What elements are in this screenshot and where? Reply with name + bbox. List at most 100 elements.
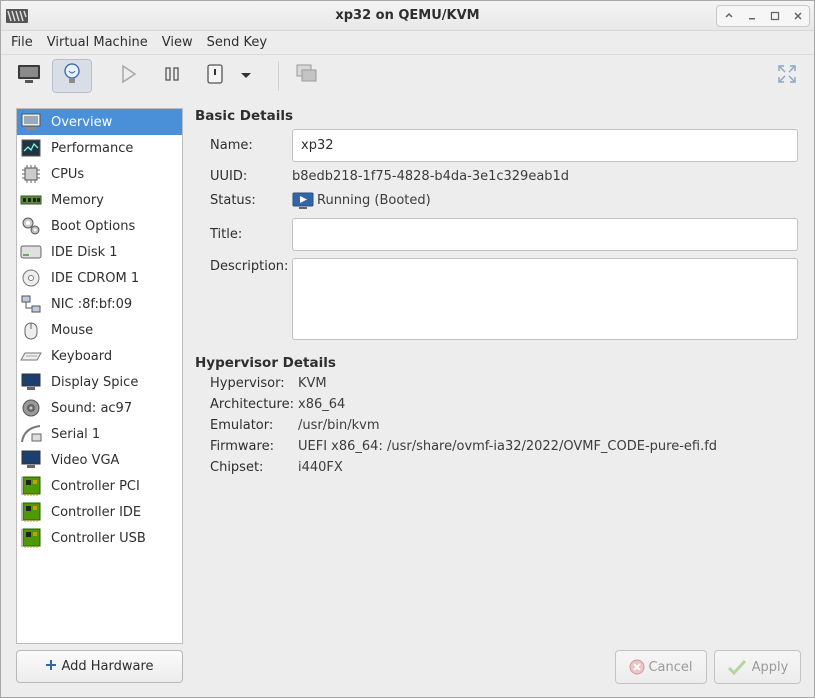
pause-icon <box>163 65 181 87</box>
sidebar-item-controller-ide[interactable]: Controller IDE <box>17 499 182 525</box>
status-label: Status: <box>210 193 256 208</box>
maximize-icon[interactable] <box>765 7 785 25</box>
uuid-value: b8edb218-1f75-4828-b4da-3e1c329eab1d <box>292 169 570 184</box>
shutdown-dropdown-button[interactable] <box>234 59 258 93</box>
cancel-label: Cancel <box>648 659 693 675</box>
sidebar-item-boot-options[interactable]: Boot Options <box>17 213 182 239</box>
window-controls <box>716 5 810 27</box>
title-label: Title: <box>210 227 243 242</box>
snapshots-button[interactable] <box>287 59 327 93</box>
cancel-icon <box>629 659 645 675</box>
cdrom-icon <box>20 267 42 289</box>
apply-label: Apply <box>751 659 789 675</box>
sidebar-item-nic-8f-bf-09[interactable]: NIC :8f:bf:09 <box>17 291 182 317</box>
plus-icon <box>45 659 57 675</box>
sidebar-item-label: Boot Options <box>51 218 136 234</box>
sidebar-item-label: NIC :8f:bf:09 <box>51 296 133 312</box>
sidebar-item-label: Video VGA <box>51 452 120 468</box>
roll-up-icon[interactable] <box>719 7 739 25</box>
sidebar-item-controller-pci[interactable]: Controller PCI <box>17 473 182 499</box>
sidebar-item-label: Serial 1 <box>51 426 101 442</box>
menu-send-key[interactable]: Send Key <box>200 35 274 50</box>
name-label: Name: <box>210 138 253 153</box>
display-icon <box>20 371 42 393</box>
name-input[interactable]: xp32 <box>292 129 798 162</box>
sidebar-item-label: Controller IDE <box>51 504 142 520</box>
menu-view[interactable]: View <box>155 35 200 50</box>
description-label: Description: <box>210 259 289 274</box>
sidebar-item-video-vga[interactable]: Video VGA <box>17 447 182 473</box>
controller-icon <box>20 527 42 549</box>
sidebar-item-label: IDE Disk 1 <box>51 244 118 260</box>
apply-button[interactable]: Apply <box>714 650 801 684</box>
dropdown-arrow-icon <box>240 69 252 84</box>
minimize-icon[interactable] <box>742 7 762 25</box>
sidebar-item-ide-cdrom-1[interactable]: IDE CDROM 1 <box>17 265 182 291</box>
shutdown-button[interactable] <box>195 59 235 93</box>
add-hardware-label: Add Hardware <box>61 659 154 674</box>
play-icon <box>120 64 138 88</box>
sidebar-item-label: CPUs <box>51 166 85 182</box>
pause-button[interactable] <box>152 59 192 93</box>
add-hardware-button[interactable]: Add Hardware <box>16 650 183 683</box>
vm-details-window: xp32 on QEMU/KVM File Virtual Machine Vi… <box>0 0 815 698</box>
details-button[interactable] <box>52 59 92 93</box>
close-icon[interactable] <box>788 7 808 25</box>
menu-virtual-machine[interactable]: Virtual Machine <box>40 35 155 50</box>
cancel-button[interactable]: Cancel <box>615 650 707 684</box>
sidebar-item-keyboard[interactable]: Keyboard <box>17 343 182 369</box>
title-bar[interactable]: xp32 on QEMU/KVM <box>1 1 814 31</box>
sound-icon <box>20 397 42 419</box>
fullscreen-button[interactable] <box>767 59 807 93</box>
serial-icon <box>20 423 42 445</box>
hypervisor-row-label: Emulator: <box>210 418 274 433</box>
checkmark-icon <box>727 658 747 676</box>
network-icon <box>20 293 42 315</box>
sidebar-item-display-spice[interactable]: Display Spice <box>17 369 182 395</box>
hypervisor-row-label: Hypervisor: <box>210 376 285 391</box>
mouse-icon <box>20 319 42 341</box>
sidebar-item-label: Display Spice <box>51 374 139 390</box>
toolbar-separator <box>278 61 279 91</box>
power-icon <box>205 63 225 89</box>
sidebar-item-label: Memory <box>51 192 104 208</box>
description-textarea[interactable] <box>292 258 798 340</box>
hypervisor-row-value: /usr/bin/kvm <box>298 418 380 433</box>
console-button[interactable] <box>9 59 49 93</box>
menu-file[interactable]: File <box>4 35 40 50</box>
basic-details-heading: Basic Details <box>195 108 293 124</box>
status-value: Running (Booted) <box>317 193 431 208</box>
name-value: xp32 <box>301 138 334 153</box>
sidebar-item-label: Mouse <box>51 322 94 338</box>
sidebar-item-label: Sound: ac97 <box>51 400 133 416</box>
sidebar-item-ide-disk-1[interactable]: IDE Disk 1 <box>17 239 182 265</box>
hypervisor-row-label: Architecture: <box>210 397 294 412</box>
performance-icon <box>20 137 42 159</box>
monitor-icon <box>17 64 41 88</box>
sidebar-item-memory[interactable]: Memory <box>17 187 182 213</box>
running-status-icon <box>292 192 314 210</box>
controller-icon <box>20 501 42 523</box>
menu-bar: File Virtual Machine View Send Key <box>1 31 814 53</box>
sidebar-item-overview[interactable]: Overview <box>17 109 182 135</box>
hypervisor-row-label: Chipset: <box>210 460 264 475</box>
sidebar-item-serial-1[interactable]: Serial 1 <box>17 421 182 447</box>
memory-icon <box>20 189 42 211</box>
video-icon <box>20 449 42 471</box>
toolbar <box>1 54 814 96</box>
hardware-list: Overview Performance CPUs Memory Boot Option… <box>16 108 183 644</box>
hypervisor-details-heading: Hypervisor Details <box>195 355 336 371</box>
hypervisor-row-value: KVM <box>298 376 327 391</box>
sidebar-item-label: Controller USB <box>51 530 146 546</box>
sidebar-item-cpus[interactable]: CPUs <box>17 161 182 187</box>
title-input[interactable] <box>292 218 798 251</box>
controller-icon <box>20 475 42 497</box>
sidebar-item-performance[interactable]: Performance <box>17 135 182 161</box>
sidebar-item-label: Keyboard <box>51 348 113 364</box>
sidebar-item-mouse[interactable]: Mouse <box>17 317 182 343</box>
run-button[interactable] <box>109 59 149 93</box>
sidebar-item-label: Performance <box>51 140 134 156</box>
sidebar-item-controller-usb[interactable]: Controller USB <box>17 525 182 551</box>
sidebar-item-sound-ac97[interactable]: Sound: ac97 <box>17 395 182 421</box>
boot-options-icon <box>20 215 42 237</box>
